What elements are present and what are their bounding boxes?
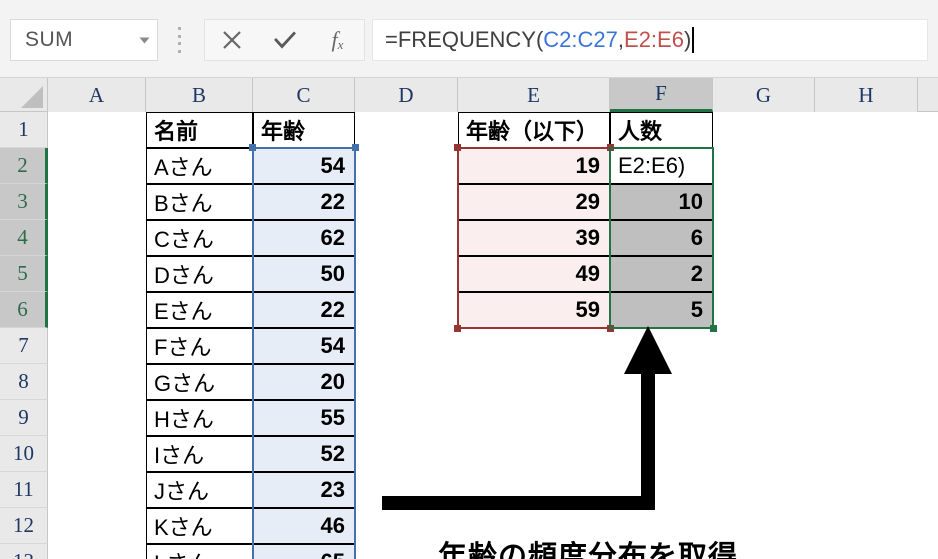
cell-B2-name[interactable]: Aさん	[146, 148, 253, 184]
grip-dot	[177, 27, 181, 30]
column-header-row: ABCDEFGH	[48, 78, 938, 112]
annotation-label: 年齢の頻度分布を取得	[438, 541, 739, 559]
range-selection-green-F-handle[interactable]	[710, 325, 717, 332]
cell-F1-header-count[interactable]: 人数	[610, 112, 713, 148]
cell-B9-name[interactable]: Hさん	[146, 400, 253, 436]
row-header-2[interactable]: 2	[0, 148, 48, 184]
cell-C4-age[interactable]: 62	[253, 220, 355, 256]
range-selection-blue-C-handle[interactable]	[249, 144, 256, 151]
row-header-12[interactable]: 12	[0, 508, 48, 544]
cell-C9-age[interactable]: 55	[253, 400, 355, 436]
cell-C13-age[interactable]: 65	[253, 544, 355, 559]
grip-dot	[177, 42, 181, 46]
cell-F3-count[interactable]: 10	[610, 184, 713, 220]
range-selection-red-E-handle[interactable]	[607, 325, 614, 332]
cell-E2-bin[interactable]: 19	[458, 148, 610, 184]
row-header-10[interactable]: 10	[0, 436, 48, 472]
cell-C1-header-age[interactable]: 年齢	[253, 112, 355, 148]
cell-B12-name[interactable]: Kさん	[146, 508, 253, 544]
cell-F2-editing[interactable]: E2:E6)	[610, 148, 713, 184]
cancel-button[interactable]	[205, 20, 258, 60]
cell-F6-count[interactable]: 5	[610, 292, 713, 328]
range-selection-red-E-handle[interactable]	[607, 144, 614, 151]
column-header-e[interactable]: E	[458, 78, 610, 112]
cell-B8-name[interactable]: Gさん	[146, 364, 253, 400]
cell-B7-name[interactable]: Fさん	[146, 328, 253, 364]
cell-B6-name[interactable]: Eさん	[146, 292, 253, 328]
cell-C6-age[interactable]: 22	[253, 292, 355, 328]
grip-dot	[177, 49, 181, 53]
cell-C12-age[interactable]: 46	[253, 508, 355, 544]
cell-C3-age[interactable]: 22	[253, 184, 355, 220]
cell-C11-age[interactable]: 23	[253, 472, 355, 508]
formula-suffix: )	[683, 27, 692, 52]
cell-F5-count[interactable]: 2	[610, 256, 713, 292]
text-caret	[692, 27, 694, 53]
select-all-corner-button[interactable]	[0, 78, 48, 112]
cell-C2-age[interactable]: 54	[253, 148, 355, 184]
cell-E4-bin[interactable]: 39	[458, 220, 610, 256]
formula-prefix: =FREQUENCY(	[385, 27, 544, 52]
cell-B10-name[interactable]: Iさん	[146, 436, 253, 472]
row-header-11[interactable]: 11	[0, 472, 48, 508]
formula-bar-grip	[174, 27, 184, 53]
range-selection-red-E-handle[interactable]	[454, 325, 461, 332]
range-selection-blue-C-handle[interactable]	[352, 144, 359, 151]
cell-C10-age[interactable]: 52	[253, 436, 355, 472]
row-header-1[interactable]: 1	[0, 112, 48, 148]
cell-B13-name[interactable]: Lさん	[146, 544, 253, 559]
cell-F4-count[interactable]: 6	[610, 220, 713, 256]
column-header-f[interactable]: F	[610, 78, 713, 112]
grip-dot	[177, 34, 181, 38]
cell-E3-bin[interactable]: 29	[458, 184, 610, 220]
cell-grid: 名前 年齢 年齢（以下） 人数 Aさん Bさん Cさん Dさん Eさん Fさん Gさん Hさん Iさん J…	[48, 112, 938, 559]
cell-B1-header-name[interactable]: 名前	[146, 112, 253, 148]
column-header-h[interactable]: H	[815, 78, 918, 112]
row-header-6[interactable]: 6	[0, 292, 48, 328]
column-header-d[interactable]: D	[355, 78, 458, 112]
formula-input[interactable]: =FREQUENCY(C2:C27, E2:E6)	[372, 19, 928, 61]
column-header-c[interactable]: C	[253, 78, 355, 112]
row-header-9[interactable]: 9	[0, 400, 48, 436]
row-header-13[interactable]: 13	[0, 544, 48, 559]
column-header-a[interactable]: A	[48, 78, 146, 112]
formula-reference-blue: C2:C27	[543, 27, 618, 52]
spreadsheet-grid-area: ABCDEFGH 12345678910111213 名前年齢年齢（以下）人数A…	[0, 78, 938, 559]
confirm-button[interactable]	[258, 20, 311, 60]
row-header-column: 12345678910111213	[0, 112, 48, 559]
formula-action-buttons: fx	[204, 19, 365, 61]
cell-B11-name[interactable]: Jさん	[146, 472, 253, 508]
row-header-5[interactable]: 5	[0, 256, 48, 292]
column-header-b[interactable]: B	[146, 78, 253, 112]
chevron-down-icon[interactable]	[131, 20, 157, 60]
name-box[interactable]: SUM	[10, 19, 158, 61]
cell-E6-bin[interactable]: 59	[458, 292, 610, 328]
cell-C7-age[interactable]: 54	[253, 328, 355, 364]
row-header-7[interactable]: 7	[0, 328, 48, 364]
corner-triangle-icon	[21, 86, 43, 108]
insert-function-button[interactable]: fx	[311, 20, 364, 60]
formula-bar-area: SUM fx =FREQUENCY(C2:C27, E2:E6)	[0, 0, 938, 78]
column-header-g[interactable]: G	[713, 78, 815, 112]
range-selection-red-E-handle[interactable]	[454, 144, 461, 151]
row-header-4[interactable]: 4	[0, 220, 48, 256]
cell-B3-name[interactable]: Bさん	[146, 184, 253, 220]
cell-B4-name[interactable]: Cさん	[146, 220, 253, 256]
row-header-3[interactable]: 3	[0, 184, 48, 220]
cell-E5-bin[interactable]: 49	[458, 256, 610, 292]
formula-reference-red: E2:E6	[624, 27, 684, 52]
fx-icon: fx	[331, 27, 344, 52]
row-header-8[interactable]: 8	[0, 364, 48, 400]
cell-B5-name[interactable]: Dさん	[146, 256, 253, 292]
cell-C8-age[interactable]: 20	[253, 364, 355, 400]
name-box-value: SUM	[25, 28, 74, 51]
cell-C5-age[interactable]: 50	[253, 256, 355, 292]
cell-E1-header-age-bin[interactable]: 年齢（以下）	[458, 112, 610, 148]
